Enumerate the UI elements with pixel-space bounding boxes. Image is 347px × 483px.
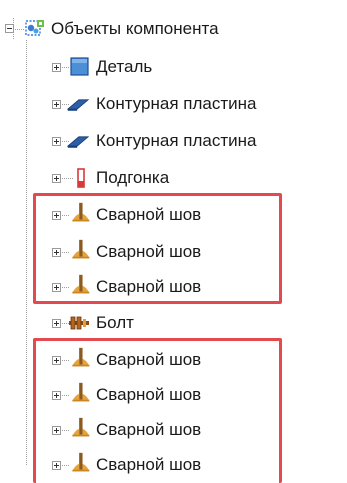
expand-toggle[interactable] [52,248,61,257]
contour-plate-icon [67,136,89,148]
tree-root-label: Объекты компонента [51,19,219,38]
weld-icon [72,202,90,222]
bolt-icon [69,316,89,330]
tree-item-label: Болт [96,313,134,332]
weld-icon [72,347,90,367]
tree-item-label: Контурная пластина [96,94,257,113]
tree-item-label: Подгонка [96,168,170,187]
tree-item-weld[interactable]: Сварной шов [0,237,347,267]
expand-toggle[interactable] [52,319,61,328]
tree-item-weld[interactable]: Сварной шов [0,450,347,480]
expand-toggle[interactable] [52,100,61,109]
tree-item-label: Сварной шов [96,385,202,404]
tree-item-contour-plate[interactable]: Контурная пластина [0,89,347,119]
tree-item-weld[interactable]: Сварной шов [0,200,347,230]
expand-toggle[interactable] [52,137,61,146]
weld-icon [72,417,90,437]
tree-item-label: Сварной шов [96,420,202,439]
tree-item-label: Сварной шов [96,205,202,224]
tree-item-bolt[interactable]: Болт [0,308,347,338]
component-tree: Объекты компонента Деталь Контурная плас… [0,0,347,483]
collapse-toggle[interactable] [5,24,14,33]
tree-item-label: Деталь [96,57,153,76]
weld-icon [72,452,90,472]
tree-root-row[interactable]: Объекты компонента [0,14,347,44]
tree-item-part[interactable]: Деталь [0,52,347,82]
weld-icon [72,382,90,402]
expand-toggle[interactable] [52,356,61,365]
tree-item-weld[interactable]: Сварной шов [0,345,347,375]
expand-toggle[interactable] [52,461,61,470]
expand-toggle[interactable] [52,391,61,400]
tree-item-label: Сварной шов [96,455,202,474]
tree-item-label: Сварной шов [96,277,202,296]
fitting-icon [77,168,85,188]
tree-item-label: Сварной шов [96,350,202,369]
tree-item-label: Сварной шов [96,242,202,261]
expand-toggle[interactable] [52,211,61,220]
tree-item-fitting[interactable]: Подгонка [0,163,347,193]
expand-toggle[interactable] [52,426,61,435]
part-icon [70,57,89,76]
contour-plate-icon [67,99,89,111]
expand-toggle[interactable] [52,174,61,183]
expand-toggle[interactable] [52,63,61,72]
tree-item-contour-plate[interactable]: Контурная пластина [0,126,347,156]
weld-icon [72,239,90,259]
tree-item-label: Контурная пластина [96,131,257,150]
weld-icon [72,274,90,294]
expand-toggle[interactable] [52,283,61,292]
tree-item-weld[interactable]: Сварной шов [0,272,347,302]
component-objects-icon [25,20,44,36]
tree-item-weld[interactable]: Сварной шов [0,415,347,445]
tree-item-weld[interactable]: Сварной шов [0,380,347,410]
